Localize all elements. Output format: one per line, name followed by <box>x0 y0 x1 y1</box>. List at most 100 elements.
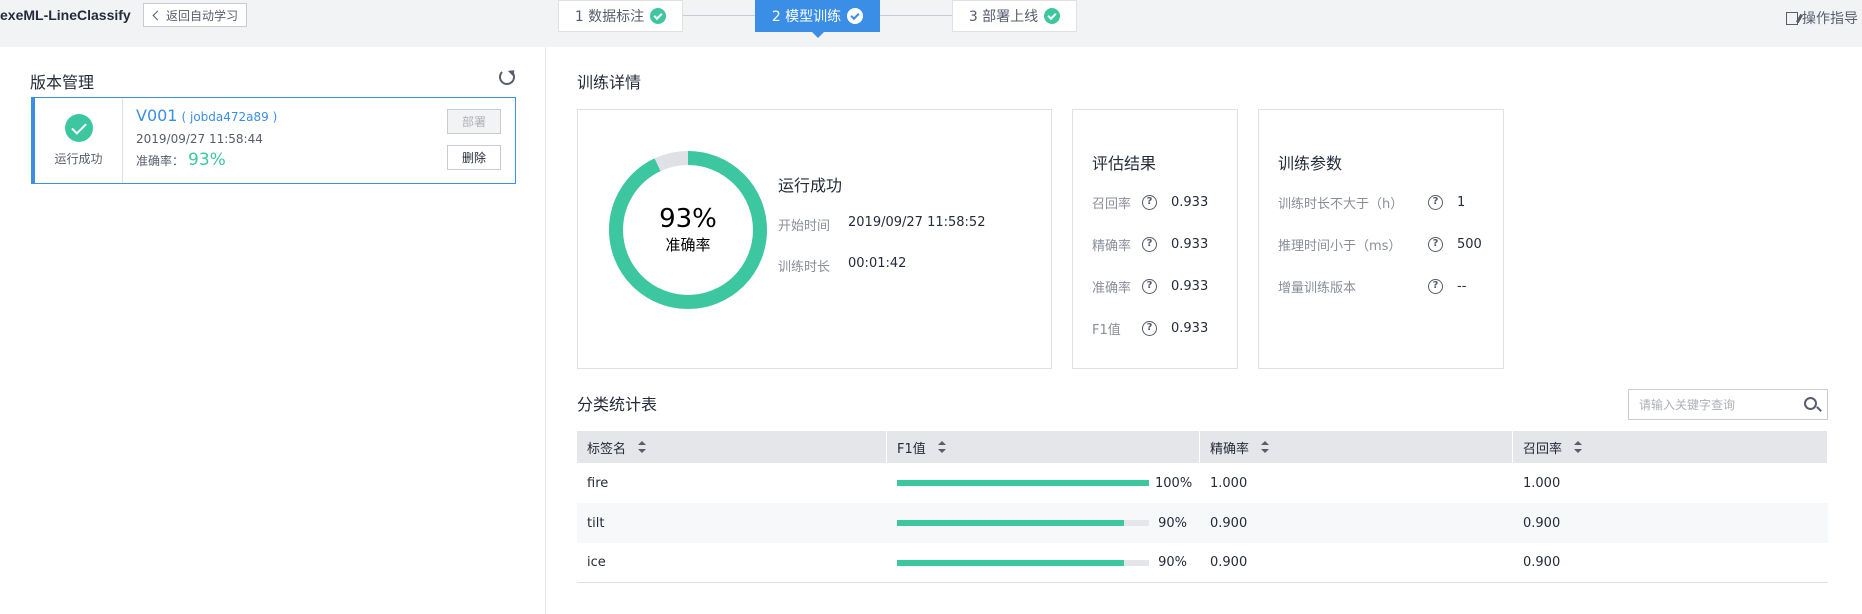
donut-center: 93% 准确率 <box>606 148 770 312</box>
duration-value: 00:01:42 <box>848 256 907 271</box>
param-value: -- <box>1457 279 1467 294</box>
check-circle-icon <box>650 8 667 24</box>
check-circle-icon <box>847 8 864 24</box>
classification-table-title: 分类统计表 <box>577 395 658 414</box>
evaluation-result-card: 评估结果 召回率 ? 0.933 精确率 ? 0.933 准确率 ? 0.933… <box>1072 109 1238 369</box>
metric-value: 0.933 <box>1171 195 1209 210</box>
step-label: 1 数据标注 <box>574 9 645 25</box>
column-header-text: 召回率 <box>1523 441 1563 457</box>
training-detail-panel: 训练详情 93% 准确率 运行成功 开始时间 2019/09/27 11:58:… <box>547 47 1862 614</box>
metric-label: 召回率 <box>1092 197 1132 212</box>
help-icon[interactable]: ? <box>1428 237 1443 252</box>
donut-percent: 93% <box>659 204 717 235</box>
metric-value: 0.933 <box>1171 321 1209 336</box>
help-icon[interactable]: ? <box>1142 279 1157 294</box>
recall-cell: 1.000 <box>1523 475 1561 491</box>
version-name[interactable]: V001( jobda472a89 ) <box>136 106 277 125</box>
search-icon[interactable] <box>1804 397 1817 410</box>
app-title: exeML-LineClassify <box>0 7 131 23</box>
metric-label: 准确率 <box>1092 281 1132 296</box>
param-row: 推理时间小于（ms） ? 500 <box>1278 235 1482 254</box>
f1-progress-fill <box>897 480 1149 486</box>
metric-recall-row: 召回率 ? 0.933 <box>1092 193 1208 212</box>
f1-cell: 100% <box>887 476 1200 491</box>
back-button-label: 返回自动学习 <box>166 8 239 23</box>
label-name-cell: ice <box>587 555 606 570</box>
metric-precision-row: 精确率 ? 0.933 <box>1092 235 1208 254</box>
version-panel: 版本管理 运行成功 V001( jobda472a89 ) 2019/09/27… <box>0 47 546 614</box>
help-icon[interactable]: ? <box>1428 279 1443 294</box>
start-time-label: 开始时间 <box>778 219 831 234</box>
f1-progress-bar <box>897 520 1149 526</box>
f1-progress-bar <box>897 559 1149 566</box>
step-label: 3 部署上线 <box>968 9 1039 25</box>
help-icon[interactable]: ? <box>1142 237 1157 252</box>
column-header-text: 精确率 <box>1210 441 1250 457</box>
job-id: ( jobda472a89 ) <box>181 110 278 124</box>
step-connector <box>683 15 755 16</box>
table-header: 标签名 F1值 精确率 召回率 <box>577 431 1828 463</box>
sort-icon[interactable] <box>1574 441 1583 453</box>
start-time-row: 开始时间 2019/09/27 11:58:52 <box>778 215 985 234</box>
f1-cell: 90% <box>887 555 1200 570</box>
step-model-training[interactable]: 2 模型训练 <box>755 0 880 38</box>
param-row: 训练时长不大于（h） ? 1 <box>1278 193 1465 212</box>
recall-cell: 0.900 <box>1523 555 1561 570</box>
version-status: 运行成功 <box>35 98 123 183</box>
top-bar: exeML-LineClassify 返回自动学习 1 数据标注 2 模型训练 … <box>0 0 1862 47</box>
f1-progress-fill <box>897 559 1124 566</box>
start-time-value: 2019/09/27 11:58:52 <box>848 215 986 230</box>
precision-cell: 0.900 <box>1210 555 1248 570</box>
help-icon[interactable]: ? <box>1142 321 1157 336</box>
back-button[interactable]: 返回自动学习 <box>143 3 248 27</box>
f1-progress-fill <box>897 520 1124 526</box>
refresh-icon[interactable] <box>499 69 515 85</box>
version-accuracy: 准确率： 93% <box>136 150 226 170</box>
column-header-precision[interactable]: 精确率 <box>1200 431 1513 463</box>
sort-icon[interactable] <box>937 441 946 453</box>
param-label: 训练时长不大于（h） <box>1278 197 1404 212</box>
label-name-cell: tilt <box>587 515 605 531</box>
version-number: V001 <box>136 106 178 125</box>
training-params-card: 训练参数 训练时长不大于（h） ? 1 推理时间小于（ms） ? 500 增量训… <box>1258 109 1504 369</box>
delete-button[interactable]: 删除 <box>447 145 501 170</box>
table-row: tilt 90% 0.900 0.900 <box>577 503 1828 543</box>
f1-progress-bar <box>897 480 1149 486</box>
help-icon[interactable]: ? <box>1142 195 1157 210</box>
params-title: 训练参数 <box>1278 154 1343 173</box>
column-header-f1[interactable]: F1值 <box>887 431 1200 463</box>
metric-label: 精确率 <box>1092 239 1132 254</box>
precision-cell: 0.900 <box>1210 515 1248 531</box>
step-connector <box>880 15 952 16</box>
sort-icon[interactable] <box>638 441 647 453</box>
deploy-button[interactable]: 部署 <box>447 109 501 134</box>
search-input[interactable] <box>1629 390 1797 419</box>
step-label: 2 模型训练 <box>771 9 842 25</box>
f1-percent: 90% <box>1158 555 1187 570</box>
version-panel-title: 版本管理 <box>30 73 95 92</box>
column-header-label-name[interactable]: 标签名 <box>577 431 887 463</box>
help-icon[interactable]: ? <box>1428 195 1443 210</box>
label-name-cell: fire <box>587 475 609 491</box>
column-header-recall[interactable]: 召回率 <box>1513 431 1828 463</box>
metric-label: F1值 <box>1092 323 1121 338</box>
evaluation-title: 评估结果 <box>1092 154 1157 173</box>
version-card[interactable]: 运行成功 V001( jobda472a89 ) 2019/09/27 11:5… <box>31 97 516 184</box>
training-detail-title: 训练详情 <box>577 73 642 92</box>
metric-value: 0.933 <box>1171 279 1209 294</box>
guide-label: 操作指导 <box>1802 11 1858 27</box>
table-row: ice 90% 0.900 0.900 <box>577 543 1828 583</box>
duration-label: 训练时长 <box>778 260 831 275</box>
check-circle-icon <box>1044 8 1061 24</box>
success-check-icon <box>64 114 93 142</box>
operation-guide-link[interactable]: 操作指导 <box>1786 8 1858 28</box>
recall-cell: 0.900 <box>1523 515 1561 531</box>
chevron-left-icon <box>152 10 163 20</box>
f1-percent: 90% <box>1158 515 1187 531</box>
f1-percent: 100% <box>1155 475 1193 491</box>
step-deploy[interactable]: 3 部署上线 <box>952 0 1077 32</box>
sort-icon[interactable] <box>1261 441 1270 453</box>
step-data-labeling[interactable]: 1 数据标注 <box>558 0 683 32</box>
precision-cell: 1.000 <box>1210 475 1248 491</box>
classification-table: 标签名 F1值 精确率 召回率 fire 100% 1.000 1.000 ti… <box>577 431 1828 583</box>
